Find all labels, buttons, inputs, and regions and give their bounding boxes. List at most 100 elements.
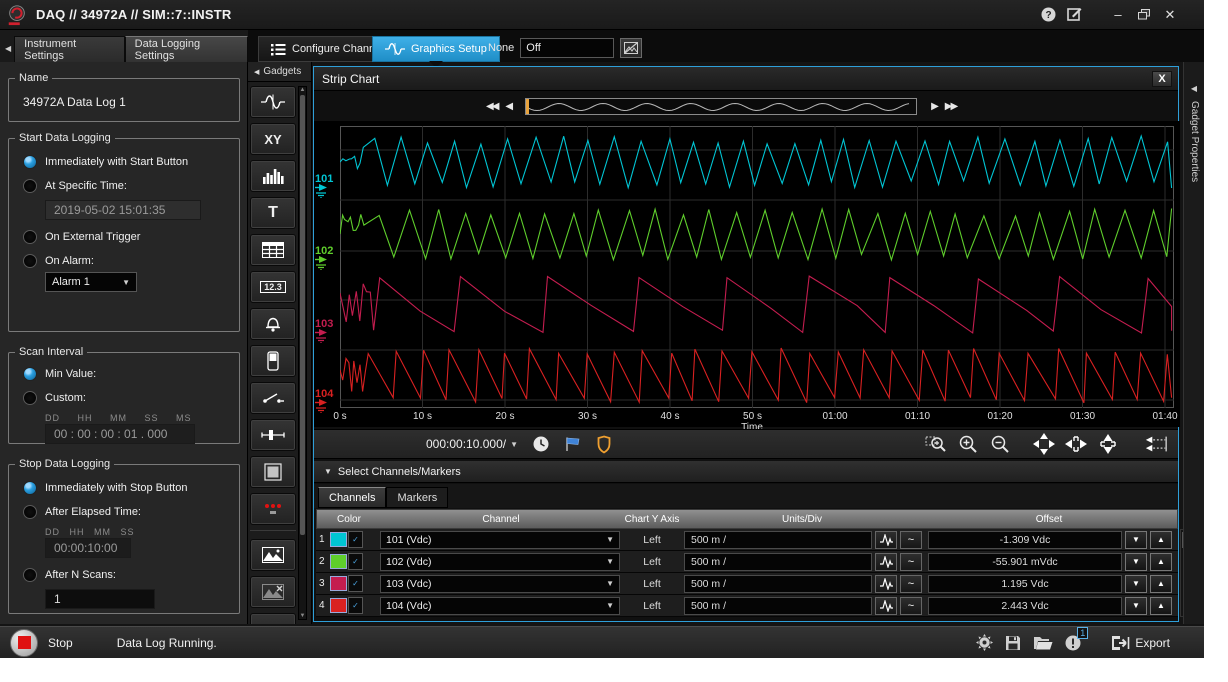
channel-marker-101[interactable]: 101 [315, 174, 341, 201]
scroll-first-icon[interactable]: ◀◀ [482, 101, 501, 112]
color-dropdown-button[interactable]: ✓ [348, 597, 363, 614]
gadget-alarm[interactable] [250, 308, 296, 340]
offset-up-button[interactable]: ▲ [1150, 531, 1172, 549]
tab-markers[interactable]: Markers [386, 487, 448, 508]
scale-waveform-button[interactable] [875, 553, 897, 571]
mode-value-field[interactable] [520, 38, 614, 58]
gadget-properties-strip[interactable]: ◀ Gadget Properties [1183, 62, 1204, 624]
error-log-icon[interactable]: 1 [1065, 635, 1081, 651]
start-time-field[interactable]: 2019-05-02 15:01:35 [45, 200, 201, 220]
flag-marker-icon[interactable] [564, 435, 582, 453]
channel-marker-102[interactable]: 102 [315, 246, 341, 273]
scale-waveform-button[interactable] [875, 575, 897, 593]
tab-graphics-setup[interactable]: Graphics Setup [372, 36, 500, 62]
scroll-right-icon[interactable]: ▶ [927, 101, 941, 112]
offset-field[interactable]: 2.443 Vdc [928, 597, 1122, 615]
gadget-picture-disabled[interactable] [250, 576, 296, 608]
offset-up-button[interactable]: ▲ [1150, 553, 1172, 571]
timebase-dropdown[interactable]: 000:00:10.000/ ▼ [426, 437, 518, 451]
strip-chart-close-button[interactable]: X [1152, 71, 1172, 87]
zoom-in-icon[interactable] [956, 433, 980, 455]
strip-chart-plot-area[interactable]: 101102103104 0 s10 s20 s30 s40 s50 s01:0… [314, 121, 1180, 427]
save-icon[interactable] [1005, 635, 1021, 651]
offset-up-button[interactable]: ▲ [1150, 597, 1172, 615]
scroll-last-icon[interactable]: ▶▶ [941, 101, 960, 112]
tab-instrument-settings[interactable]: Instrument Settings [14, 36, 125, 62]
gadget-led-indicator[interactable] [250, 493, 296, 525]
gadget-background-image[interactable] [250, 613, 296, 624]
offset-down-button[interactable]: ▼ [1125, 575, 1147, 593]
radio-start-on-alarm[interactable]: On Alarm: [23, 254, 239, 268]
open-folder-icon[interactable] [1033, 635, 1053, 651]
units-div-field[interactable]: 500 m / [684, 531, 872, 549]
scroll-left-icon[interactable]: ◀ [501, 101, 515, 112]
offset-up-button[interactable]: ▲ [1150, 575, 1172, 593]
zoom-region-icon[interactable] [924, 433, 948, 455]
feedback-icon[interactable] [1066, 7, 1082, 23]
radio-start-immediately[interactable]: Immediately with Start Button [23, 155, 239, 169]
select-channels-markers-header[interactable]: ▼ Select Channels/Markers [314, 461, 1178, 483]
offset-field[interactable]: -55.901 mVdc [928, 553, 1122, 571]
tab-data-logging-settings[interactable]: Data Logging Settings [125, 36, 248, 62]
scan-interval-field[interactable]: 00 : 00 : 00 : 01 . 000 [45, 424, 195, 444]
scale-waveform-button[interactable] [875, 531, 897, 549]
expand-properties-icon[interactable]: ◀ [1184, 84, 1204, 93]
help-icon[interactable]: ? [1040, 7, 1056, 23]
gadgets-scroll-thumb[interactable] [300, 95, 305, 535]
fit-horizontal-icon[interactable] [1064, 433, 1088, 455]
channel-select[interactable]: 103 (Vdc)▼ [380, 575, 620, 593]
channel-marker-103[interactable]: 103 [315, 319, 341, 346]
minimize-icon[interactable]: – [1110, 7, 1126, 23]
channel-select[interactable]: 104 (Vdc)▼ [380, 597, 620, 615]
gadget-slider[interactable] [250, 419, 296, 451]
clock-icon[interactable] [532, 435, 550, 453]
tab-channels[interactable]: Channels [318, 487, 386, 508]
gadget-histogram[interactable] [250, 160, 296, 192]
color-dropdown-button[interactable]: ✓ [348, 575, 363, 592]
strip-chart-canvas[interactable] [340, 126, 1174, 408]
radio-stop-elapsed[interactable]: After Elapsed Time: [23, 505, 239, 519]
gadget-text[interactable]: T [250, 197, 296, 229]
color-dropdown-button[interactable]: ✓ [348, 553, 363, 570]
close-icon[interactable]: ✕ [1162, 7, 1178, 23]
sine-button[interactable]: ~ [900, 531, 922, 549]
scroll-down-icon[interactable]: ▼ [299, 613, 306, 619]
stop-elapsed-field[interactable]: 00:00:10:00 [45, 538, 131, 558]
gadget-xy-chart[interactable]: XY [250, 123, 296, 155]
offset-down-button[interactable]: ▼ [1125, 531, 1147, 549]
units-div-field[interactable]: 500 m / [684, 575, 872, 593]
radio-scan-custom[interactable]: Custom: [23, 391, 239, 405]
gadget-push-button[interactable] [250, 456, 296, 488]
channel-color-swatch[interactable] [330, 598, 347, 613]
radio-start-at-time[interactable]: At Specific Time: [23, 179, 239, 193]
fit-all-icon[interactable] [1032, 433, 1056, 455]
offset-down-button[interactable]: ▼ [1125, 597, 1147, 615]
radio-stop-immediately[interactable]: Immediately with Stop Button [23, 481, 239, 495]
sine-button[interactable]: ~ [900, 553, 922, 571]
autoscale-icon[interactable] [1144, 433, 1168, 455]
zoom-out-icon[interactable] [988, 433, 1012, 455]
units-div-field[interactable]: 500 m / [684, 597, 872, 615]
radio-start-external-trigger[interactable]: On External Trigger [23, 230, 239, 244]
stop-button[interactable] [10, 629, 38, 657]
offset-field[interactable]: -1.309 Vdc [928, 531, 1122, 549]
collapse-left-icon[interactable]: ◀ [5, 44, 11, 53]
scale-waveform-button[interactable] [875, 597, 897, 615]
gadget-picture[interactable] [250, 539, 296, 571]
nscans-field[interactable]: 1 [45, 589, 155, 609]
channel-color-swatch[interactable] [330, 576, 347, 591]
chart-overview-scrollbar[interactable] [525, 98, 917, 115]
gadget-number-display[interactable]: 12.3 [250, 271, 296, 303]
channel-color-swatch[interactable] [330, 554, 347, 569]
offset-down-button[interactable]: ▼ [1125, 553, 1147, 571]
scroll-up-icon[interactable]: ▲ [299, 87, 306, 93]
color-dropdown-button[interactable]: ✓ [348, 531, 363, 548]
sine-button[interactable]: ~ [900, 575, 922, 593]
offset-field[interactable]: 1.195 Vdc [928, 575, 1122, 593]
sine-button[interactable]: ~ [900, 597, 922, 615]
gadget-toggle-switch[interactable] [250, 345, 296, 377]
radio-scan-min-value[interactable]: Min Value: [23, 367, 239, 381]
gadgets-scrollbar[interactable]: ▲ ▼ [298, 86, 307, 620]
fit-vertical-icon[interactable] [1096, 433, 1120, 455]
channel-color-swatch[interactable] [330, 532, 347, 547]
